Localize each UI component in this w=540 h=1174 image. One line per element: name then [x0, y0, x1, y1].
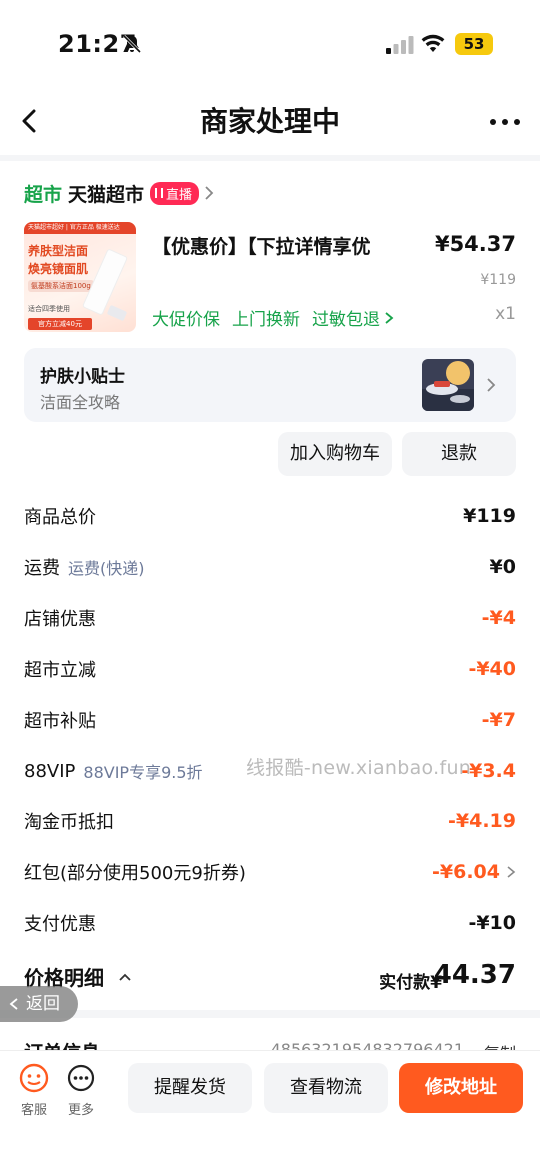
price-row-market-subsidy: 超市补贴 -¥7	[24, 705, 516, 735]
tips-subtitle: 洁面全攻略	[40, 393, 121, 412]
row-value: -¥4.19	[448, 810, 516, 832]
skincare-tips-card[interactable]: 护肤小贴士 洁面全攻略	[24, 348, 516, 422]
cellular-signal-icon	[386, 36, 414, 54]
row-label: 商品总价	[24, 507, 96, 528]
bottom-action-bar: 客服 更多 提醒发货 查看物流 修改地址	[0, 1050, 540, 1174]
row-label: 红包(部分使用500元9折券)	[24, 863, 246, 884]
floating-back-button[interactable]: 返回	[0, 986, 78, 1022]
chevron-left-icon	[9, 998, 18, 1010]
bell-muted-icon	[122, 34, 142, 54]
more-label: 更多	[67, 1103, 94, 1118]
row-value: -¥6.04	[432, 861, 500, 883]
price-row-store-discount: 店铺优惠 -¥4	[24, 603, 516, 633]
store-tag: 超市	[24, 183, 63, 206]
chevron-up-icon	[119, 973, 131, 981]
wifi-icon	[421, 34, 445, 52]
product-image-line2: 焕亮镜面肌	[28, 262, 89, 276]
customer-service-icon	[19, 1063, 49, 1093]
add-to-cart-button[interactable]: 加入购物车	[278, 432, 392, 476]
customer-service-label: 客服	[20, 1103, 47, 1118]
product-image-line3: 氨基酸系洁面100g	[28, 280, 94, 292]
view-logistics-button[interactable]: 查看物流	[264, 1063, 388, 1113]
total-value: 44.37	[433, 960, 516, 990]
service-tag: 上门换新	[232, 310, 300, 330]
row-label: 超市立减	[24, 660, 96, 681]
chevron-right-icon	[385, 311, 394, 324]
live-badge-label: 直播	[166, 187, 193, 203]
nav-bar: 商家处理中	[0, 90, 540, 156]
price-row-shipping: 运费 运费(快递) ¥0	[24, 552, 516, 582]
product-title[interactable]: 【优惠价】【下拉详情享优	[152, 232, 371, 259]
chevron-right-icon	[507, 866, 516, 878]
row-label: 支付优惠	[24, 914, 96, 935]
service-tag: 大促价保	[152, 310, 220, 330]
total-label: 实付款¥	[379, 973, 442, 993]
product-quantity: x1	[495, 304, 516, 324]
page-title: 商家处理中	[199, 105, 340, 138]
row-sublabel: 88VIP专享9.5折	[83, 763, 203, 782]
service-tag: 过敏包退	[312, 310, 380, 330]
product-image-line1: 养肤型洁面	[28, 244, 89, 258]
row-value: ¥0	[489, 556, 516, 578]
divider	[0, 1010, 540, 1018]
tips-thumbnail	[422, 359, 474, 411]
more-options-icon[interactable]	[488, 110, 522, 134]
store-name[interactable]: 天猫超市	[68, 180, 144, 207]
service-tags[interactable]: 大促价保 上门换新 过敏包退	[152, 305, 394, 330]
product-image-line4: 适合四季使用	[28, 305, 70, 313]
row-label: 店铺优惠	[24, 609, 96, 630]
row-label-group: 运费 运费(快递)	[24, 554, 145, 580]
refund-button[interactable]: 退款	[402, 432, 516, 476]
remind-shipping-button[interactable]: 提醒发货	[128, 1063, 252, 1113]
chevron-right-icon	[205, 186, 214, 200]
row-value: -¥40	[468, 658, 516, 680]
price-row-red-packet[interactable]: 红包(部分使用500元9折券) -¥6.04	[24, 857, 516, 887]
row-label: 淘金币抵扣	[24, 812, 114, 833]
live-bars-icon	[155, 188, 164, 198]
watermark: 线报酷-new.xianbao.fun	[246, 757, 472, 779]
status-bar: 21:27 53	[0, 0, 540, 90]
change-address-button[interactable]: 修改地址	[399, 1063, 523, 1113]
tips-title: 护肤小贴士	[40, 367, 125, 387]
product-image[interactable]: 天猫超市超好 | 官方正品 极速送达 养肤型洁面 焕亮镜面肌 氨基酸系洁面100…	[24, 222, 136, 332]
row-label-group: 88VIP 88VIP专享9.5折	[24, 759, 203, 783]
chevron-right-icon	[487, 378, 496, 392]
more-icon	[67, 1064, 95, 1092]
row-value-group: -¥6.04	[432, 861, 516, 883]
more-button[interactable]: 更多	[61, 1063, 101, 1118]
divider	[0, 155, 540, 161]
battery-indicator: 53	[455, 33, 493, 55]
row-label: 运费	[24, 558, 60, 579]
original-price: ¥119	[480, 272, 516, 288]
price-row-total: 商品总价 ¥119	[24, 501, 516, 531]
customer-service-button[interactable]: 客服	[14, 1063, 54, 1118]
product-image-banner: 天猫超市超好 | 官方正品 极速送达	[24, 222, 136, 234]
row-label: 88VIP	[24, 760, 76, 782]
product-price: ¥54.37	[434, 232, 516, 256]
row-value: -¥10	[468, 912, 516, 934]
product-image-promo: 官方立减40元	[28, 318, 92, 330]
price-row-taojinbi: 淘金币抵扣 -¥4.19	[24, 806, 516, 836]
row-value: -¥4	[481, 607, 516, 629]
row-value: -¥7	[481, 709, 516, 731]
product-cap-graphic	[106, 304, 128, 322]
price-summary[interactable]: 价格明细 实付款¥ 44.37	[24, 960, 516, 994]
row-value: ¥119	[463, 505, 516, 527]
back-pill-label: 返回	[26, 994, 60, 1014]
price-row-payment-discount: 支付优惠 -¥10	[24, 908, 516, 938]
row-sublabel: 运费(快递)	[68, 559, 145, 578]
store-header[interactable]: 超市 天猫超市 直播	[24, 178, 215, 208]
live-badge[interactable]: 直播	[150, 181, 200, 205]
price-row-market-reduction: 超市立减 -¥40	[24, 654, 516, 684]
row-label: 超市补贴	[24, 711, 96, 732]
